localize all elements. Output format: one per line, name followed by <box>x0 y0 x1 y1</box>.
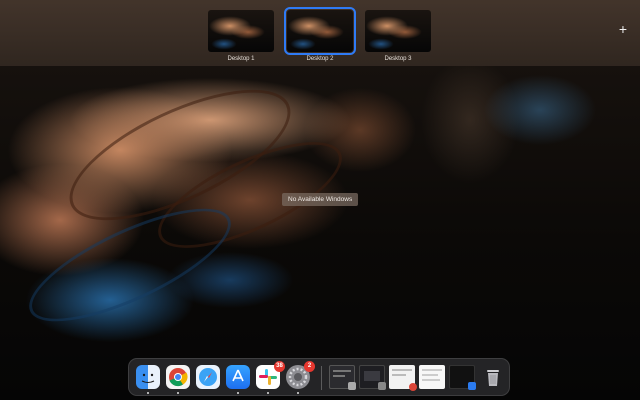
minimized-window[interactable] <box>329 365 356 390</box>
running-indicator <box>267 392 269 394</box>
notification-badge: 2 <box>304 361 315 372</box>
dock-trash[interactable] <box>481 365 505 389</box>
finder-icon <box>141 373 155 383</box>
space-desktop-1[interactable]: Desktop 1 <box>208 10 274 62</box>
space-thumbnail[interactable] <box>284 7 356 55</box>
dock-app-slack[interactable]: 38 <box>256 361 285 394</box>
minimized-window[interactable] <box>419 365 445 389</box>
safari-icon <box>199 368 217 386</box>
dock: 38 2 <box>128 358 510 396</box>
dock-app-safari[interactable] <box>196 365 220 389</box>
dock-separator <box>321 366 322 390</box>
chrome-icon <box>169 368 188 387</box>
plus-icon: + <box>618 21 628 37</box>
space-thumbnail[interactable] <box>208 10 274 52</box>
space-thumbnail[interactable] <box>365 10 431 52</box>
dock-app-chrome[interactable] <box>166 365 190 394</box>
space-desktop-3[interactable]: Desktop 3 <box>365 10 431 62</box>
space-desktop-2[interactable]: Desktop 2 <box>284 7 356 62</box>
space-label: Desktop 3 <box>384 56 412 62</box>
space-label: Desktop 2 <box>306 56 334 62</box>
minimized-window[interactable] <box>359 365 386 390</box>
running-indicator <box>147 392 149 394</box>
add-space-button[interactable]: + <box>616 22 630 36</box>
space-label: Desktop 1 <box>227 56 255 62</box>
dock-app-app-store[interactable] <box>226 365 250 394</box>
no-windows-message: No Available Windows <box>282 193 359 206</box>
dock-app-finder[interactable] <box>136 365 160 394</box>
running-indicator <box>297 392 299 394</box>
minimized-window[interactable] <box>389 365 417 391</box>
running-indicator <box>237 392 239 394</box>
minimized-window[interactable] <box>449 365 476 390</box>
notification-badge: 38 <box>274 361 285 372</box>
trash-icon <box>487 370 499 386</box>
app-store-icon <box>232 369 244 382</box>
running-indicator <box>177 392 179 394</box>
spaces-bar: Desktop 1 Desktop 2 Desktop 3 + <box>0 0 640 66</box>
dock-app-system-preferences[interactable]: 2 <box>286 361 315 394</box>
